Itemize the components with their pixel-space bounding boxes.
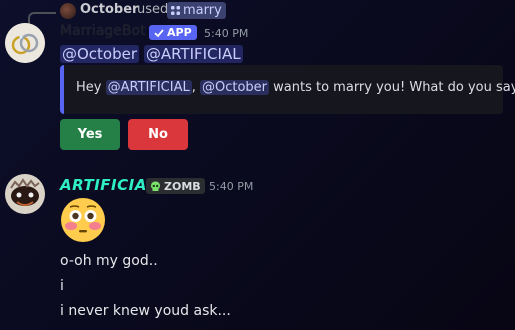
bot-username[interactable]: MarriageBot	[60, 23, 146, 39]
bot-avatar[interactable]	[5, 23, 45, 63]
server-tag-badge[interactable]: ZOMB	[146, 178, 205, 194]
embed-suffix: wants to marry you! What do you say?	[269, 80, 515, 95]
embed-prefix: Hey	[76, 80, 106, 95]
reply-username[interactable]: October	[80, 2, 138, 17]
server-tag-label: ZOMB	[164, 179, 201, 193]
command-name: marry	[183, 3, 222, 18]
rings-icon	[5, 23, 45, 63]
message-line-1: o-oh my god..	[60, 253, 158, 269]
proposal-embed: Hey @ARTIFICIAL, @October wants to marry…	[60, 65, 515, 114]
embed-mid: ,	[191, 80, 200, 95]
message-line-2: i	[60, 278, 64, 294]
slash-command-icon	[171, 6, 180, 15]
mention-october[interactable]: @October	[60, 45, 140, 63]
user-avatar[interactable]	[5, 174, 45, 214]
bot-timestamp[interactable]: 5:40 PM	[204, 27, 248, 40]
reply-used-text: used	[137, 2, 169, 17]
mentions-line: @October @ARTIFICIAL	[60, 45, 243, 63]
user-username[interactable]: ARTIFICIAL	[60, 176, 157, 194]
mention-artificial[interactable]: @ARTIFICIAL	[143, 45, 243, 63]
flushed-face-icon[interactable]	[59, 196, 107, 244]
app-badge: APP	[149, 25, 197, 40]
no-button[interactable]: No	[128, 119, 188, 150]
app-badge-label: APP	[167, 26, 192, 39]
command-chip[interactable]: marry	[167, 2, 226, 19]
embed-mention-october[interactable]: @October	[200, 80, 270, 95]
reply-connector	[28, 12, 56, 25]
reply-avatar[interactable]	[60, 3, 76, 19]
checkmark-icon	[154, 28, 164, 37]
skull-icon	[151, 181, 160, 191]
character-avatar-icon	[5, 174, 45, 214]
embed-mention-artificial[interactable]: @ARTIFICIAL	[105, 80, 192, 95]
user-timestamp[interactable]: 5:40 PM	[209, 180, 253, 193]
message-line-3: i never knew youd ask...	[60, 303, 231, 319]
yes-button[interactable]: Yes	[60, 119, 120, 150]
